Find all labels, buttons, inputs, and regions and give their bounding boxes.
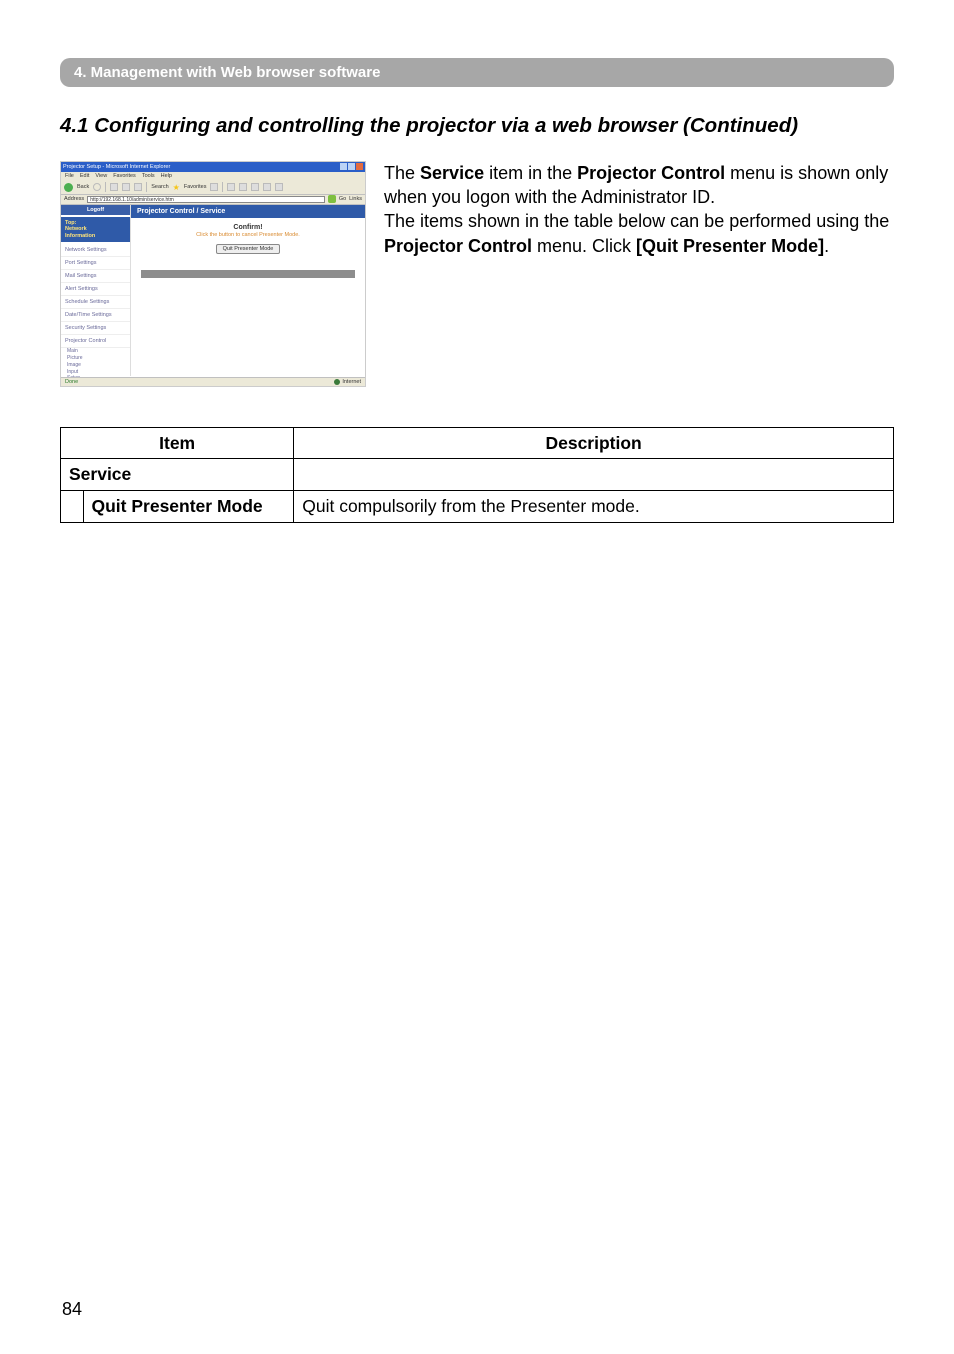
separator-icon xyxy=(105,182,106,192)
separator-icon xyxy=(146,182,147,192)
mail-icon xyxy=(227,183,235,191)
address-label: Address xyxy=(64,196,84,202)
internet-icon xyxy=(334,379,340,385)
main-panel: Projector Control / Service Confirm! Cli… xyxy=(131,205,365,376)
sidebar-item: Security Settings xyxy=(61,322,130,335)
sidebar-item: Alert Settings xyxy=(61,283,130,296)
window-buttons xyxy=(340,163,363,170)
table-head-item: Item xyxy=(61,427,294,459)
panel-header: Projector Control / Service xyxy=(131,205,365,218)
address-bar: Address http://192.168.1.10/admin/servic… xyxy=(61,195,365,205)
menu-item: Favorites xyxy=(113,173,136,180)
sidebar-top-box: Top: Network Information xyxy=(61,217,130,243)
sidebar-item: Date/Time Settings xyxy=(61,309,130,322)
cell-quit-desc: Quit compulsorily from the Presenter mod… xyxy=(294,491,894,523)
confirm-warning: Click the button to cancel Presenter Mod… xyxy=(141,232,355,238)
window-title-text: Projector Setup - Microsoft Internet Exp… xyxy=(63,164,170,170)
cell-quit-label: Quit Presenter Mode xyxy=(92,496,263,516)
menu-item: Edit xyxy=(80,173,89,180)
desc-service-bold: Service xyxy=(420,163,484,183)
sidebar-item: Schedule Settings xyxy=(61,296,130,309)
sidebar-sub-item: Main xyxy=(67,348,130,355)
two-column-layout: Projector Setup - Microsoft Internet Exp… xyxy=(60,161,894,387)
go-label: Go xyxy=(339,196,346,202)
sidebar-top-network: Network xyxy=(65,226,87,232)
section-title: 4.1 Configuring and controlling the proj… xyxy=(60,113,894,139)
print-icon xyxy=(239,183,247,191)
favorites-label: Favorites xyxy=(184,184,207,190)
search-label: Search xyxy=(151,184,168,190)
table-row: Quit Presenter Mode Quit compulsorily fr… xyxy=(61,491,894,523)
browser-screenshot: Projector Setup - Microsoft Internet Exp… xyxy=(60,161,366,387)
table-head-description: Description xyxy=(294,427,894,459)
menu-bar: File Edit View Favorites Tools Help xyxy=(61,172,365,181)
chapter-banner: 4. Management with Web browser software xyxy=(60,58,894,87)
minimize-icon xyxy=(340,163,347,170)
toolbar: Back Search ★ Favorites xyxy=(61,181,365,195)
sidebar-top-label: Top: xyxy=(65,220,77,226)
confirm-panel: Confirm! Click the button to cancel Pres… xyxy=(141,224,355,254)
cell-service-label: Service xyxy=(69,464,131,484)
sidebar-sub-item: Picture xyxy=(67,355,130,362)
forward-icon xyxy=(93,183,101,191)
sidebar-top-information: Information xyxy=(65,233,95,239)
status-bar: Done Internet xyxy=(61,377,365,386)
desc-projector-control-bold: Projector Control xyxy=(577,163,725,183)
desc-part: item in the xyxy=(484,163,577,183)
status-left: Done xyxy=(65,379,78,385)
menu-item: Tools xyxy=(142,173,155,180)
grey-bar xyxy=(141,270,355,278)
desc-part: menu. Click xyxy=(532,236,636,256)
maximize-icon xyxy=(348,163,355,170)
quit-presenter-mode-button: Quit Presenter Mode xyxy=(216,244,281,254)
discuss-icon xyxy=(263,183,271,191)
window-titlebar: Projector Setup - Microsoft Internet Exp… xyxy=(61,162,365,172)
cell-quit-item: Quit Presenter Mode xyxy=(83,491,293,522)
history-icon xyxy=(210,183,218,191)
table-row: Service xyxy=(61,459,894,491)
back-icon xyxy=(64,183,73,192)
desc-quit-bold: [Quit Presenter Mode] xyxy=(636,236,824,256)
sidebar-pc-header: Projector Control xyxy=(61,335,130,348)
description-text: The Service item in the Projector Contro… xyxy=(384,161,894,387)
status-right-text: Internet xyxy=(342,379,361,385)
desc-projector-control-bold: Projector Control xyxy=(384,236,532,256)
sidebar-sub-item: Input xyxy=(67,369,130,376)
address-input: http://192.168.1.10/admin/service.htm xyxy=(87,196,325,203)
edit-icon xyxy=(251,183,259,191)
favorites-icon: ★ xyxy=(173,183,180,192)
stop-icon xyxy=(110,183,118,191)
spec-table: Item Description Service Quit Presenter … xyxy=(60,427,894,523)
desc-part: The items shown in the table below can b… xyxy=(384,211,889,231)
menu-item: File xyxy=(65,173,74,180)
menu-item: View xyxy=(95,173,107,180)
logoff-button: Logoff xyxy=(61,205,130,215)
sidebar-sub-item: Image xyxy=(67,362,130,369)
sidebar-item: Mail Settings xyxy=(61,270,130,283)
messenger-icon xyxy=(275,183,283,191)
sidebar: Logoff Top: Network Information Network … xyxy=(61,205,131,376)
refresh-icon xyxy=(122,183,130,191)
close-icon xyxy=(356,163,363,170)
separator-icon xyxy=(222,182,223,192)
back-label: Back xyxy=(77,184,89,190)
indent-cell xyxy=(61,491,83,522)
links-label: Links xyxy=(349,196,362,202)
sidebar-item: Port Settings xyxy=(61,257,130,270)
cell-service: Service xyxy=(61,459,294,491)
page-number: 84 xyxy=(62,1299,82,1320)
menu-item: Help xyxy=(161,173,172,180)
home-icon xyxy=(134,183,142,191)
cell-empty xyxy=(294,459,894,491)
go-icon xyxy=(328,195,336,203)
sidebar-item: Network Settings xyxy=(61,244,130,257)
status-right: Internet xyxy=(334,379,361,385)
desc-part: The xyxy=(384,163,420,183)
browser-body: Logoff Top: Network Information Network … xyxy=(61,205,365,376)
desc-part: . xyxy=(824,236,829,256)
confirm-heading: Confirm! xyxy=(141,224,355,231)
